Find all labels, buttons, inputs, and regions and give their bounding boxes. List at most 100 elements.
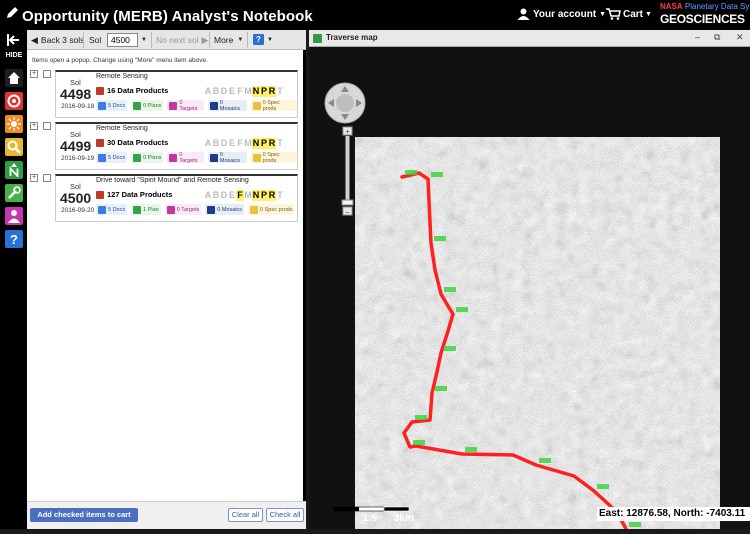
instrument-letter-e[interactable]: E <box>228 190 236 201</box>
expand-toggle[interactable]: + <box>30 122 38 130</box>
instrument-letter-a[interactable]: A <box>204 138 212 149</box>
clear-all-button[interactable]: Clear all <box>228 508 263 522</box>
docs-link[interactable]: 5 Docs <box>96 204 128 215</box>
docs-link[interactable]: 5 Docs <box>96 100 128 111</box>
sol-date: 2016-09-18 <box>61 103 95 110</box>
close-icon[interactable]: ✕ <box>736 32 744 43</box>
minimize-icon[interactable]: – <box>695 32 700 42</box>
instrument-letter-r[interactable]: R <box>268 86 276 97</box>
instrument-letter-r[interactable]: R <box>268 138 276 149</box>
instrument-letter-b[interactable]: B <box>212 86 220 97</box>
account-menu[interactable]: Your account ▼ <box>517 8 606 20</box>
nav-home-button[interactable] <box>5 69 23 87</box>
targets-link[interactable]: 0 Targets <box>167 152 204 164</box>
targets-link[interactable]: 0 Targets <box>164 204 202 215</box>
map-viewport[interactable]: + – 1.5 3km East: 12876.58, North: -7403… <box>312 48 750 531</box>
docs-link[interactable]: 5 Docs <box>96 152 128 163</box>
sol-card[interactable]: Remote Sensing Sol 4498 2016-09-18 16 Da… <box>55 70 298 118</box>
plans-link[interactable]: 0 Plans <box>131 152 164 163</box>
hide-button[interactable]: HIDE <box>2 33 26 59</box>
sol-number: 4500 <box>60 190 92 206</box>
flag-icon <box>169 153 178 162</box>
next-sol-button[interactable]: No next sol ▶ <box>156 33 208 47</box>
spec-prods-link[interactable]: 0 Spec prods <box>250 152 297 164</box>
instrument-letter-b[interactable]: B <box>212 190 220 201</box>
restore-icon[interactable]: ⧉ <box>714 32 720 43</box>
instrument-letter-e[interactable]: E <box>228 138 236 149</box>
nav-person-button[interactable] <box>5 207 23 225</box>
sol-marker <box>415 415 427 420</box>
mosaics-link[interactable]: 0 Mosaics <box>205 204 245 215</box>
instrument-letter-t[interactable]: T <box>276 86 284 97</box>
zoom-track <box>345 136 350 201</box>
instrument-letter-r[interactable]: R <box>268 190 276 201</box>
plans-link[interactable]: 0 Plans <box>131 100 164 111</box>
instrument-letter-m[interactable]: M <box>244 190 252 201</box>
nav-target-button[interactable] <box>5 92 23 110</box>
mosaics-link[interactable]: 0 Mosaics <box>207 152 247 164</box>
instrument-letter-n[interactable]: N <box>252 86 260 97</box>
instrument-letters[interactable]: ABDEFMNPRT <box>204 190 284 201</box>
check-all-button[interactable]: Check all <box>266 508 304 522</box>
nav-help-button[interactable]: ? <box>5 230 23 248</box>
instrument-letter-t[interactable]: T <box>276 190 284 201</box>
expand-toggle[interactable]: + <box>30 174 38 182</box>
back-3-sols-button[interactable]: ◀ Back 3 sols <box>31 33 84 47</box>
instrument-letter-e[interactable]: E <box>228 86 236 97</box>
instrument-letter-d[interactable]: D <box>220 86 228 97</box>
sol-input[interactable]: 4500 <box>107 33 138 47</box>
nav-tools-button[interactable] <box>5 184 23 202</box>
entry-checkbox[interactable] <box>43 122 51 130</box>
sol-date: 2016-09-19 <box>61 155 95 162</box>
instrument-letter-p[interactable]: P <box>260 190 268 201</box>
data-products-link[interactable]: 30 Data Products <box>96 138 168 147</box>
plans-link[interactable]: 1 Plan <box>131 204 161 215</box>
cart-menu[interactable]: Cart ▼ <box>606 8 652 20</box>
instrument-letter-a[interactable]: A <box>204 86 212 97</box>
instrument-letter-f[interactable]: F <box>236 138 244 149</box>
sol-card[interactable]: Drive toward "Spirit Mound" and Remote S… <box>55 174 298 222</box>
mosaics-link[interactable]: 0 Mosaics <box>207 100 247 112</box>
instrument-letter-a[interactable]: A <box>204 190 212 201</box>
spectrum-icon <box>250 205 259 214</box>
sol-marker <box>456 307 468 312</box>
instrument-letter-f[interactable]: F <box>236 190 244 201</box>
add-to-cart-button[interactable]: Add checked items to cart <box>30 508 138 522</box>
instrument-letter-p[interactable]: P <box>260 138 268 149</box>
instrument-letter-b[interactable]: B <box>212 138 220 149</box>
instrument-letter-m[interactable]: M <box>244 86 252 97</box>
instrument-letter-f[interactable]: F <box>236 86 244 97</box>
data-products-link[interactable]: 16 Data Products <box>96 86 168 95</box>
targets-link[interactable]: 0 Targets <box>167 100 204 112</box>
entry-checkbox[interactable] <box>43 70 51 78</box>
nav-north-button[interactable] <box>5 161 23 179</box>
instrument-letter-n[interactable]: N <box>252 138 260 149</box>
instrument-letter-d[interactable]: D <box>220 138 228 149</box>
instrument-letter-d[interactable]: D <box>220 190 228 201</box>
map-canvas[interactable]: + – <box>312 48 750 531</box>
spec-prods-link[interactable]: 0 Spec prods <box>248 204 295 215</box>
nav-sun-button[interactable] <box>5 115 23 133</box>
map-titlebar: Traverse map – ⧉ ✕ <box>309 30 750 47</box>
sol-dropdown-chevron-icon[interactable]: ▼ <box>141 33 147 47</box>
sol-toolbar: ◀ Back 3 sols Sol 4500 ▼ No next sol ▶ M… <box>27 30 306 50</box>
entry-checkbox[interactable] <box>43 174 51 182</box>
instrument-letter-n[interactable]: N <box>252 190 260 201</box>
instrument-letters[interactable]: ABDEFMNPRT <box>204 138 284 149</box>
sol-date: 2016-09-20 <box>61 207 95 214</box>
instrument-letter-t[interactable]: T <box>276 138 284 149</box>
help-dropdown-chevron-icon[interactable]: ▼ <box>267 33 273 47</box>
help-button[interactable]: ? <box>253 34 264 45</box>
instrument-letter-p[interactable]: P <box>260 86 268 97</box>
spec-prods-link[interactable]: 0 Spec prods <box>250 100 297 112</box>
instrument-letters[interactable]: ABDEFMNPRT <box>204 86 284 97</box>
pds-geosciences-logo[interactable]: NASA Planetary Data System GEOSCIENCES <box>660 2 750 28</box>
expand-toggle[interactable]: + <box>30 70 38 78</box>
nav-search-button[interactable] <box>5 138 23 156</box>
more-menu-button[interactable]: More ▼ <box>214 33 243 47</box>
sol-card[interactable]: Remote Sensing Sol 4499 2016-09-19 30 Da… <box>55 122 298 170</box>
instrument-letter-m[interactable]: M <box>244 138 252 149</box>
scale-label-right: 3km <box>394 513 415 524</box>
data-products-link[interactable]: 127 Data Products <box>96 190 172 199</box>
pan-control[interactable] <box>324 82 366 124</box>
